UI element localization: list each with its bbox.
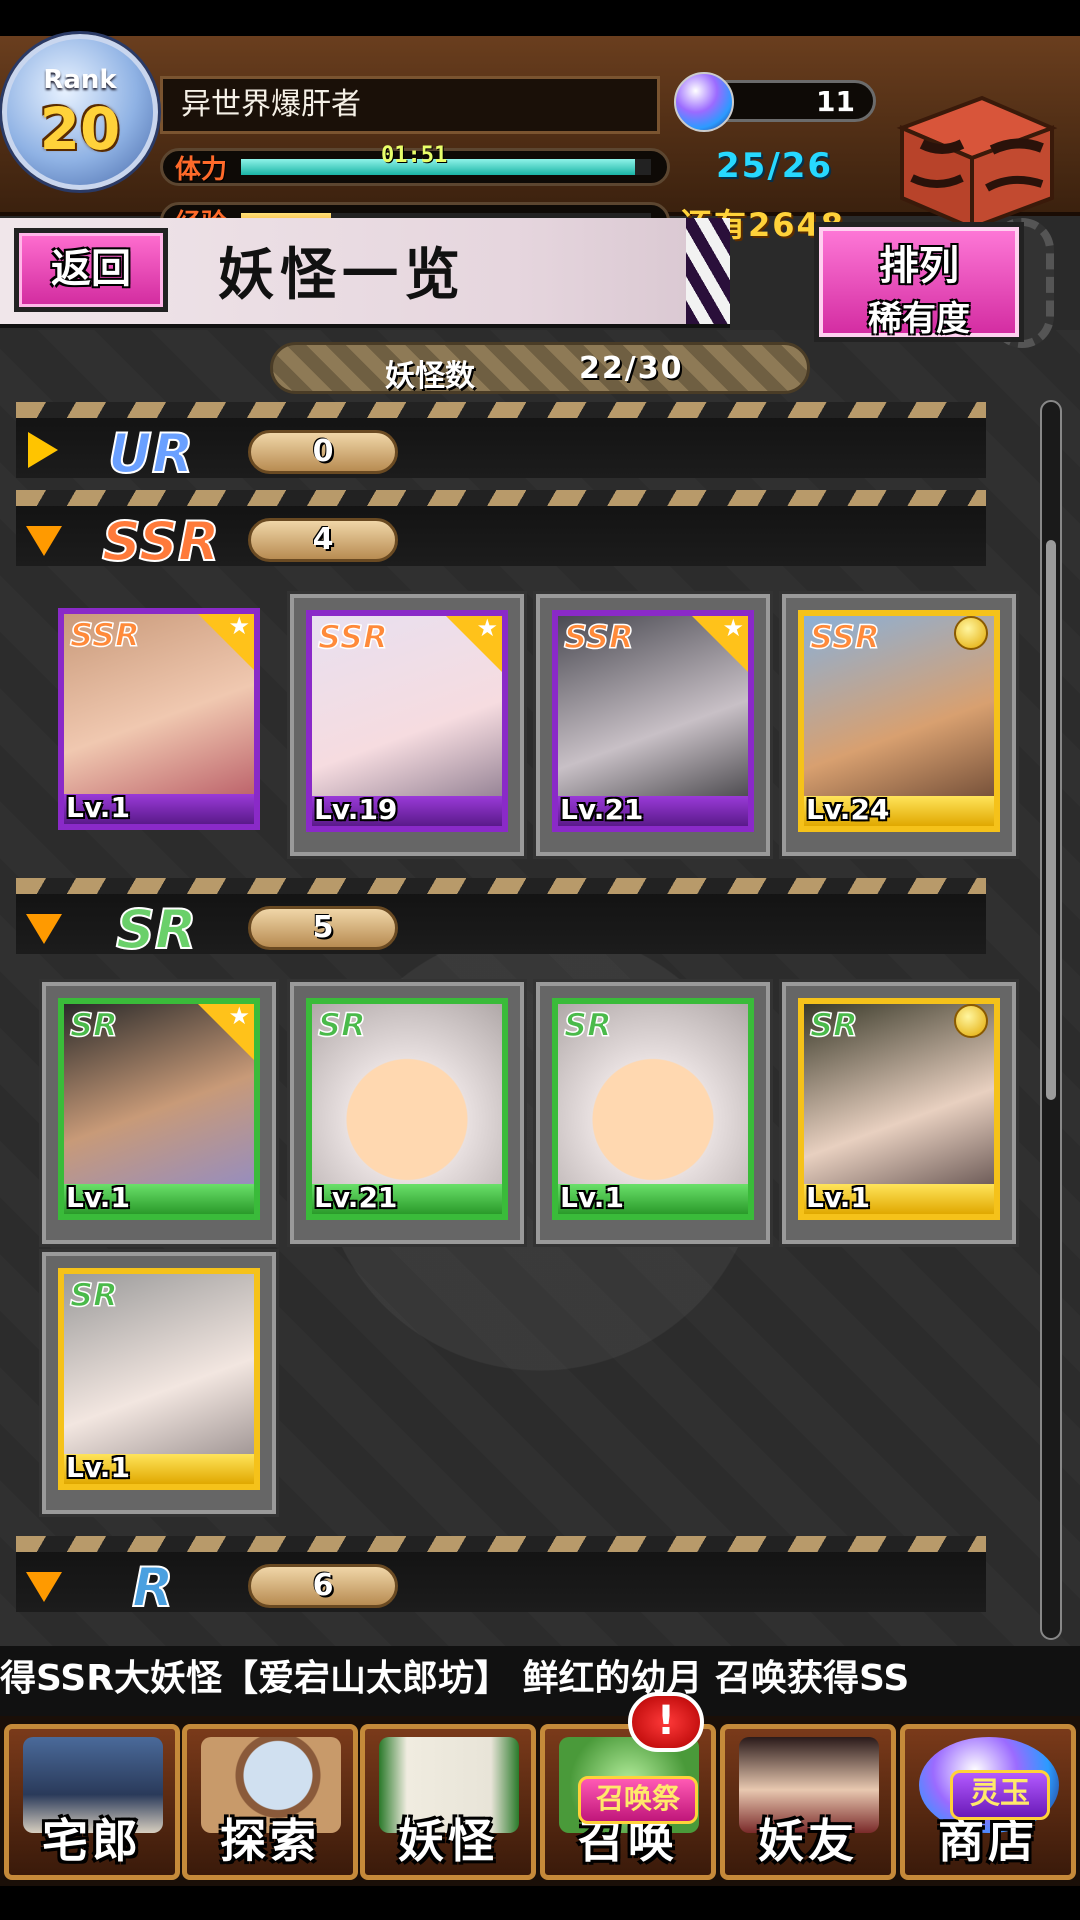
card-level: Lv.21 bbox=[314, 1181, 398, 1214]
star-icon: ★ bbox=[228, 1002, 250, 1030]
card-rarity: SR bbox=[317, 1005, 366, 1045]
star-icon: ★ bbox=[476, 614, 498, 642]
rank-number: 20 bbox=[39, 95, 121, 163]
rank-label: Rank bbox=[43, 65, 117, 95]
player-header: 异世界爆肝者 体力 01:51 经验 11 25/26 还有2648 bbox=[0, 36, 1080, 244]
yokai-card[interactable]: SR Lv.1 bbox=[42, 1252, 276, 1514]
scroll-thumb[interactable] bbox=[1046, 540, 1056, 1100]
stamina-timer: 01:51 bbox=[381, 143, 448, 168]
treasure-chest-icon[interactable] bbox=[882, 88, 1062, 238]
yokai-count-value: 22/30 bbox=[579, 351, 684, 386]
yokai-card[interactable]: SSR Lv.24 bbox=[782, 594, 1016, 856]
medal-icon bbox=[954, 1004, 988, 1038]
status-bar bbox=[0, 0, 1080, 36]
notification-badge: ! bbox=[628, 1692, 704, 1752]
nav-explore-label: 探索 bbox=[220, 1814, 320, 1868]
nav-friends-label: 妖友 bbox=[758, 1814, 858, 1868]
card-level: Lv.24 bbox=[806, 793, 890, 826]
sort-label: 排列 bbox=[879, 242, 959, 289]
card-rarity: SSR bbox=[317, 617, 388, 657]
nav-explore-button[interactable]: 探索 bbox=[182, 1724, 358, 1880]
card-level: Lv.1 bbox=[66, 791, 130, 824]
nav-friends-button[interactable]: 妖友 bbox=[720, 1724, 896, 1880]
bottom-nav: 宅郎 探索 妖怪 召唤 妖友 商店 bbox=[0, 1716, 1080, 1886]
card-frame: ★ SSR Lv.21 bbox=[552, 610, 754, 832]
yokai-card[interactable]: ★ SSR Lv.19 bbox=[290, 594, 524, 856]
title-bar: 返回 妖怪一览 bbox=[0, 218, 730, 328]
sr-count: 5 bbox=[248, 906, 398, 950]
yokai-card[interactable]: SR Lv.1 bbox=[782, 982, 1016, 1244]
card-rarity: SR bbox=[69, 1275, 118, 1315]
card-level: Lv.1 bbox=[66, 1451, 130, 1484]
card-frame: SSR Lv.24 bbox=[798, 610, 1000, 832]
yokai-card[interactable]: ★ SR Lv.1 bbox=[42, 982, 276, 1244]
card-frame: ★ SSR Lv.19 bbox=[306, 610, 508, 832]
yokai-card[interactable]: ★ SSR Lv.21 bbox=[536, 594, 770, 856]
expanded-arrow-icon bbox=[26, 1572, 62, 1602]
card-frame: SR Lv.1 bbox=[58, 1268, 260, 1490]
yokai-card[interactable]: SR Lv.21 bbox=[290, 982, 524, 1244]
back-button[interactable]: 返回 bbox=[14, 228, 168, 312]
stamina-bar: 体力 01:51 bbox=[160, 143, 670, 186]
yokai-card[interactable]: ★ SSR Lv.1 bbox=[46, 596, 280, 858]
stamina-value: 25/26 bbox=[716, 146, 834, 186]
nav-yokai-label: 妖怪 bbox=[398, 1814, 498, 1868]
medal-icon bbox=[954, 616, 988, 650]
player-name: 异世界爆肝者 bbox=[160, 76, 660, 134]
card-rarity: SSR bbox=[69, 615, 140, 655]
ssr-count: 4 bbox=[248, 518, 398, 562]
nav-home-button[interactable]: 宅郎 bbox=[4, 1724, 180, 1880]
stamina-label: 体力 bbox=[175, 155, 228, 185]
card-frame: SR Lv.1 bbox=[552, 998, 754, 1220]
card-rarity: SR bbox=[809, 1005, 858, 1045]
announcement-ticker: 得SSR大妖怪【爱宕山太郎坊】 鲜红的幼月 召唤获得SS bbox=[0, 1646, 1080, 1716]
spirit-orb-icon bbox=[674, 72, 734, 132]
yokai-card[interactable]: SR Lv.1 bbox=[536, 982, 770, 1244]
yokai-count-label: 妖怪数 bbox=[385, 359, 475, 394]
card-rarity: SSR bbox=[809, 617, 880, 657]
card-frame: ★ SSR Lv.1 bbox=[58, 608, 260, 830]
summon-festival-tag: 召唤祭 bbox=[578, 1776, 698, 1824]
ssr-logo: SSR bbox=[101, 509, 220, 574]
r-count: 6 bbox=[248, 1564, 398, 1608]
sr-logo: SR bbox=[115, 897, 197, 962]
orb-count: 11 bbox=[816, 85, 855, 118]
rarity-header-sr[interactable]: SR 5 bbox=[16, 878, 986, 962]
star-icon: ★ bbox=[228, 612, 250, 640]
r-logo: R bbox=[131, 1555, 175, 1620]
list-scrollbar[interactable] bbox=[1040, 400, 1062, 1640]
card-level: Lv.19 bbox=[314, 793, 398, 826]
card-frame: SR Lv.1 bbox=[798, 998, 1000, 1220]
spirit-jade-tag: 灵玉 bbox=[950, 1770, 1050, 1820]
page-title: 妖怪一览 bbox=[218, 242, 466, 308]
card-level: Lv.1 bbox=[560, 1181, 624, 1214]
card-level: Lv.1 bbox=[66, 1181, 130, 1214]
ur-logo: UR bbox=[107, 421, 194, 486]
expanded-arrow-icon bbox=[26, 914, 62, 944]
sort-button[interactable]: 排列 稀有度 bbox=[814, 222, 1024, 342]
card-rarity: SR bbox=[69, 1005, 118, 1045]
card-frame: ★ SR Lv.1 bbox=[58, 998, 260, 1220]
rarity-header-ur[interactable]: UR 0 bbox=[16, 402, 986, 486]
rarity-header-ssr[interactable]: SSR 4 bbox=[16, 490, 986, 574]
star-icon: ★ bbox=[722, 614, 744, 642]
system-nav-bar bbox=[0, 1886, 1080, 1920]
sort-mode-label: 稀有度 bbox=[868, 299, 970, 339]
rank-badge[interactable]: Rank 20 bbox=[2, 34, 158, 190]
card-level: Lv.21 bbox=[560, 793, 644, 826]
card-rarity: SR bbox=[563, 1005, 612, 1045]
expanded-arrow-icon bbox=[26, 526, 62, 556]
rarity-header-r[interactable]: R 6 bbox=[16, 1536, 986, 1620]
card-level: Lv.1 bbox=[806, 1181, 870, 1214]
ur-count: 0 bbox=[248, 430, 398, 474]
yokai-count-pill: 妖怪数 22/30 bbox=[270, 342, 810, 394]
card-frame: SR Lv.21 bbox=[306, 998, 508, 1220]
nav-home-label: 宅郎 bbox=[42, 1814, 142, 1868]
card-rarity: SSR bbox=[563, 617, 634, 657]
collapsed-arrow-icon bbox=[28, 432, 58, 468]
nav-yokai-button[interactable]: 妖怪 bbox=[360, 1724, 536, 1880]
